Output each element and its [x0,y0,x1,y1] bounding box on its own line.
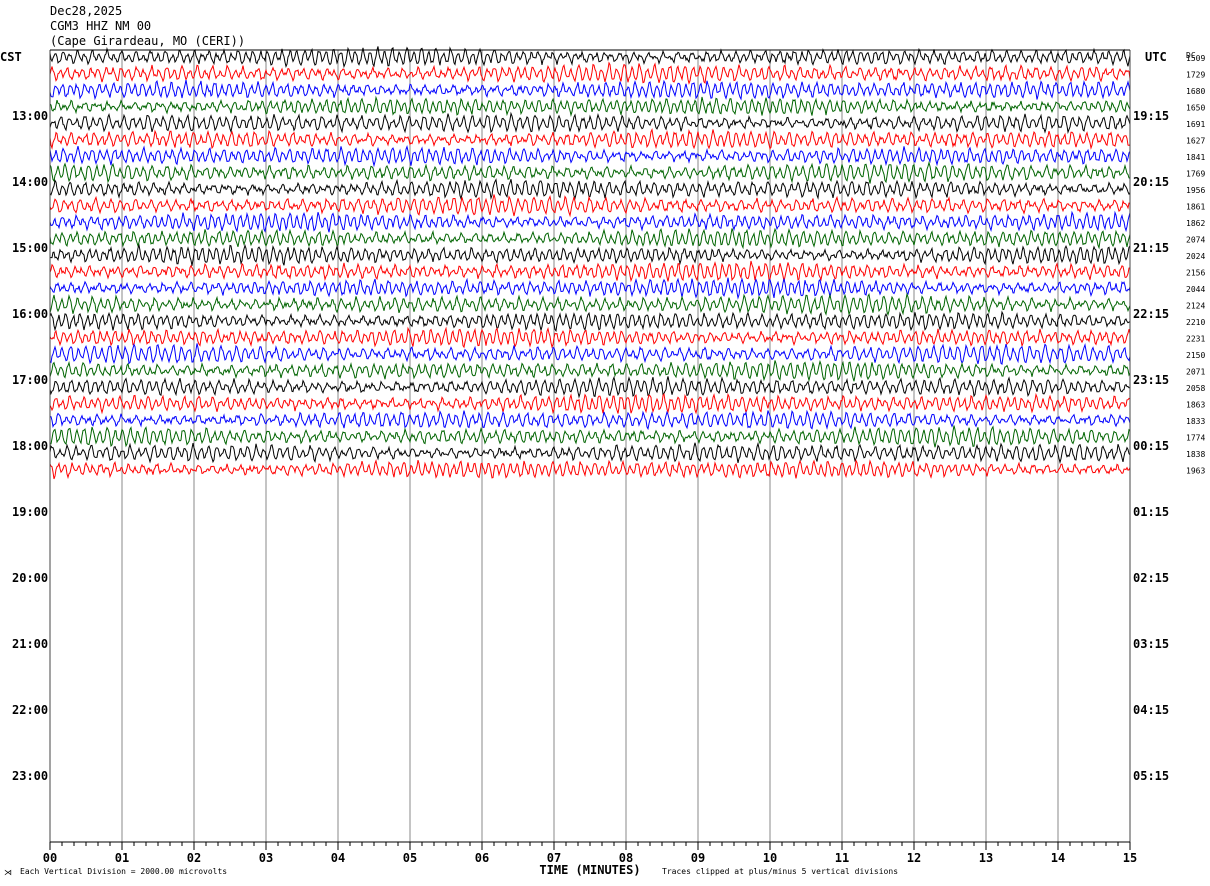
trace-line [49,425,1131,448]
x-tick-label: 06 [475,851,489,865]
trace-line [49,260,1131,283]
x-tick-label: 00 [43,851,57,865]
trace-line [49,178,1131,201]
trace-line [49,441,1131,465]
corner-mark: ⋊ [4,868,12,877]
dc-offset-value: 2124 [1186,302,1205,311]
left-hour-label: 21:00 [12,637,48,651]
dc-offset-value: 1729 [1186,71,1205,80]
trace-line [49,392,1131,415]
trace-line [49,194,1131,218]
x-tick-label: 11 [835,851,849,865]
right-hour-label: 00:15 [1133,439,1169,453]
right-hour-label: 04:15 [1133,703,1169,717]
dc-offset-value: 1963 [1186,467,1205,476]
x-tick-label: 10 [763,851,777,865]
dc-offset-value: 1680 [1186,87,1205,96]
dc-offset-value: 2024 [1186,252,1205,261]
left-hour-label: 14:00 [12,175,48,189]
seismic-traces [49,46,1131,480]
dc-offset-value: 2156 [1186,269,1205,278]
helicorder-plot: CST UTC DC TIME (MINUTES) 00 01 02 03 04 05 06… [0,46,1205,877]
trace-line [49,292,1131,317]
trace-line [49,227,1131,250]
dc-offset-value: 1838 [1186,450,1205,459]
x-tick-label: 07 [547,851,561,865]
dc-offset-value: 1691 [1186,120,1205,129]
dc-offset-value: 2044 [1186,285,1205,294]
right-hour-label: 23:15 [1133,373,1169,387]
left-hour-label: 16:00 [12,307,48,321]
dc-offset-value: 2210 [1186,318,1205,327]
dc-offset-value: 1627 [1186,137,1205,146]
trace-line [49,95,1131,117]
dc-offset-value: 2150 [1186,351,1205,360]
dc-offset-value: 1841 [1186,153,1205,162]
right-hour-label: 20:15 [1133,175,1169,189]
x-tick-label: 09 [691,851,705,865]
trace-line [49,243,1131,266]
left-hour-label: 13:00 [12,109,48,123]
dc-offset-value: 1769 [1186,170,1205,179]
x-tick-label: 04 [331,851,345,865]
dc-offset-value: 1774 [1186,434,1205,443]
trace-line [49,61,1131,85]
trace-line [49,326,1131,349]
trace-line [49,409,1131,431]
dc-offset-value: 1956 [1186,186,1205,195]
right-hour-label: 05:15 [1133,769,1169,783]
dc-offset-value: 1863 [1186,401,1205,410]
x-tick-label: 08 [619,851,633,865]
right-hour-label: 02:15 [1133,571,1169,585]
trace-line [49,145,1131,168]
dc-offset-value: 1833 [1186,417,1205,426]
x-axis-title: TIME (MINUTES) [539,863,640,877]
right-timezone-label: UTC [1145,50,1167,64]
trace-line [49,79,1131,101]
dc-offset-value: 2058 [1186,384,1205,393]
left-hour-label: 22:00 [12,703,48,717]
x-tick-label: 05 [403,851,417,865]
trace-line [49,375,1130,399]
left-timezone-label: CST [0,50,22,64]
x-tick-label: 01 [115,851,129,865]
right-hour-label: 03:15 [1133,637,1169,651]
dc-offset-value: 2231 [1186,335,1205,344]
dc-offset-value: 2071 [1186,368,1205,377]
x-tick-label: 02 [187,851,201,865]
trace-line [49,310,1131,333]
left-hour-label: 23:00 [12,769,48,783]
dc-offset-value: 1861 [1186,203,1205,212]
right-hour-label: 19:15 [1133,109,1169,123]
dc-offset-value: 1862 [1186,219,1205,228]
x-tick-label: 15 [1123,851,1137,865]
left-hour-label: 19:00 [12,505,48,519]
trace-line [49,46,1131,69]
left-hour-label: 15:00 [12,241,48,255]
trace-line [49,111,1131,135]
left-hour-label: 18:00 [12,439,48,453]
right-hour-label: 01:15 [1133,505,1169,519]
x-tick-label: 12 [907,851,921,865]
dc-offset-value: 1650 [1186,104,1205,113]
trace-line [49,210,1131,233]
trace-line [49,277,1131,300]
grid-lines [121,50,1059,842]
scale-note: Each Vertical Division = 2000.00 microvo… [20,867,228,876]
trace-line [49,128,1131,150]
dc-offset-value: 2074 [1186,236,1205,245]
trace-line [49,160,1131,184]
x-tick-label: 13 [979,851,993,865]
dc-offset-value: 1509 [1186,54,1205,63]
x-tick-label: 03 [259,851,273,865]
x-tick-label: 14 [1051,851,1065,865]
right-hour-label: 21:15 [1133,241,1169,255]
left-hour-label: 20:00 [12,571,48,585]
right-hour-label: 22:15 [1133,307,1169,321]
trace-line [49,459,1131,480]
clip-note: Traces clipped at plus/minus 5 vertical … [662,867,899,876]
left-hour-label: 17:00 [12,373,48,387]
trace-line [49,343,1131,365]
